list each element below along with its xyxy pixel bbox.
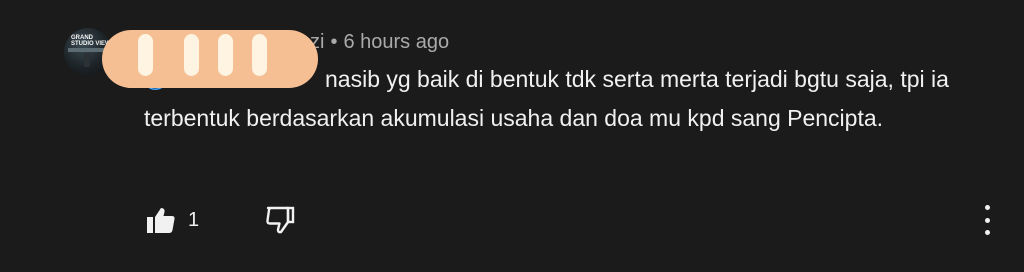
like-count: 1 [188,208,200,231]
redaction-stripe [184,34,199,76]
redaction-stripe [218,34,233,76]
redaction-sticker [102,30,318,88]
redaction-stripe [138,34,153,76]
like-button[interactable]: 1 [146,206,199,234]
thumbs-up-icon [147,208,175,233]
thumbs-down-icon [266,206,295,234]
more-options-button[interactable] [982,205,992,235]
more-vertical-icon [984,230,990,235]
dislike-button[interactable] [265,206,295,234]
more-vertical-icon [984,217,990,223]
comment-actions: 1 [146,204,295,236]
redaction-stripe [252,34,267,76]
comment-thread-item: GRAND STUDIO VIEW zi • 6 hours ago @nasi… [0,0,1024,272]
avatar-figure [84,53,90,67]
separator-dot: • [330,30,338,53]
more-vertical-icon [984,205,990,210]
comment-timestamp[interactable]: 6 hours ago [343,31,449,54]
